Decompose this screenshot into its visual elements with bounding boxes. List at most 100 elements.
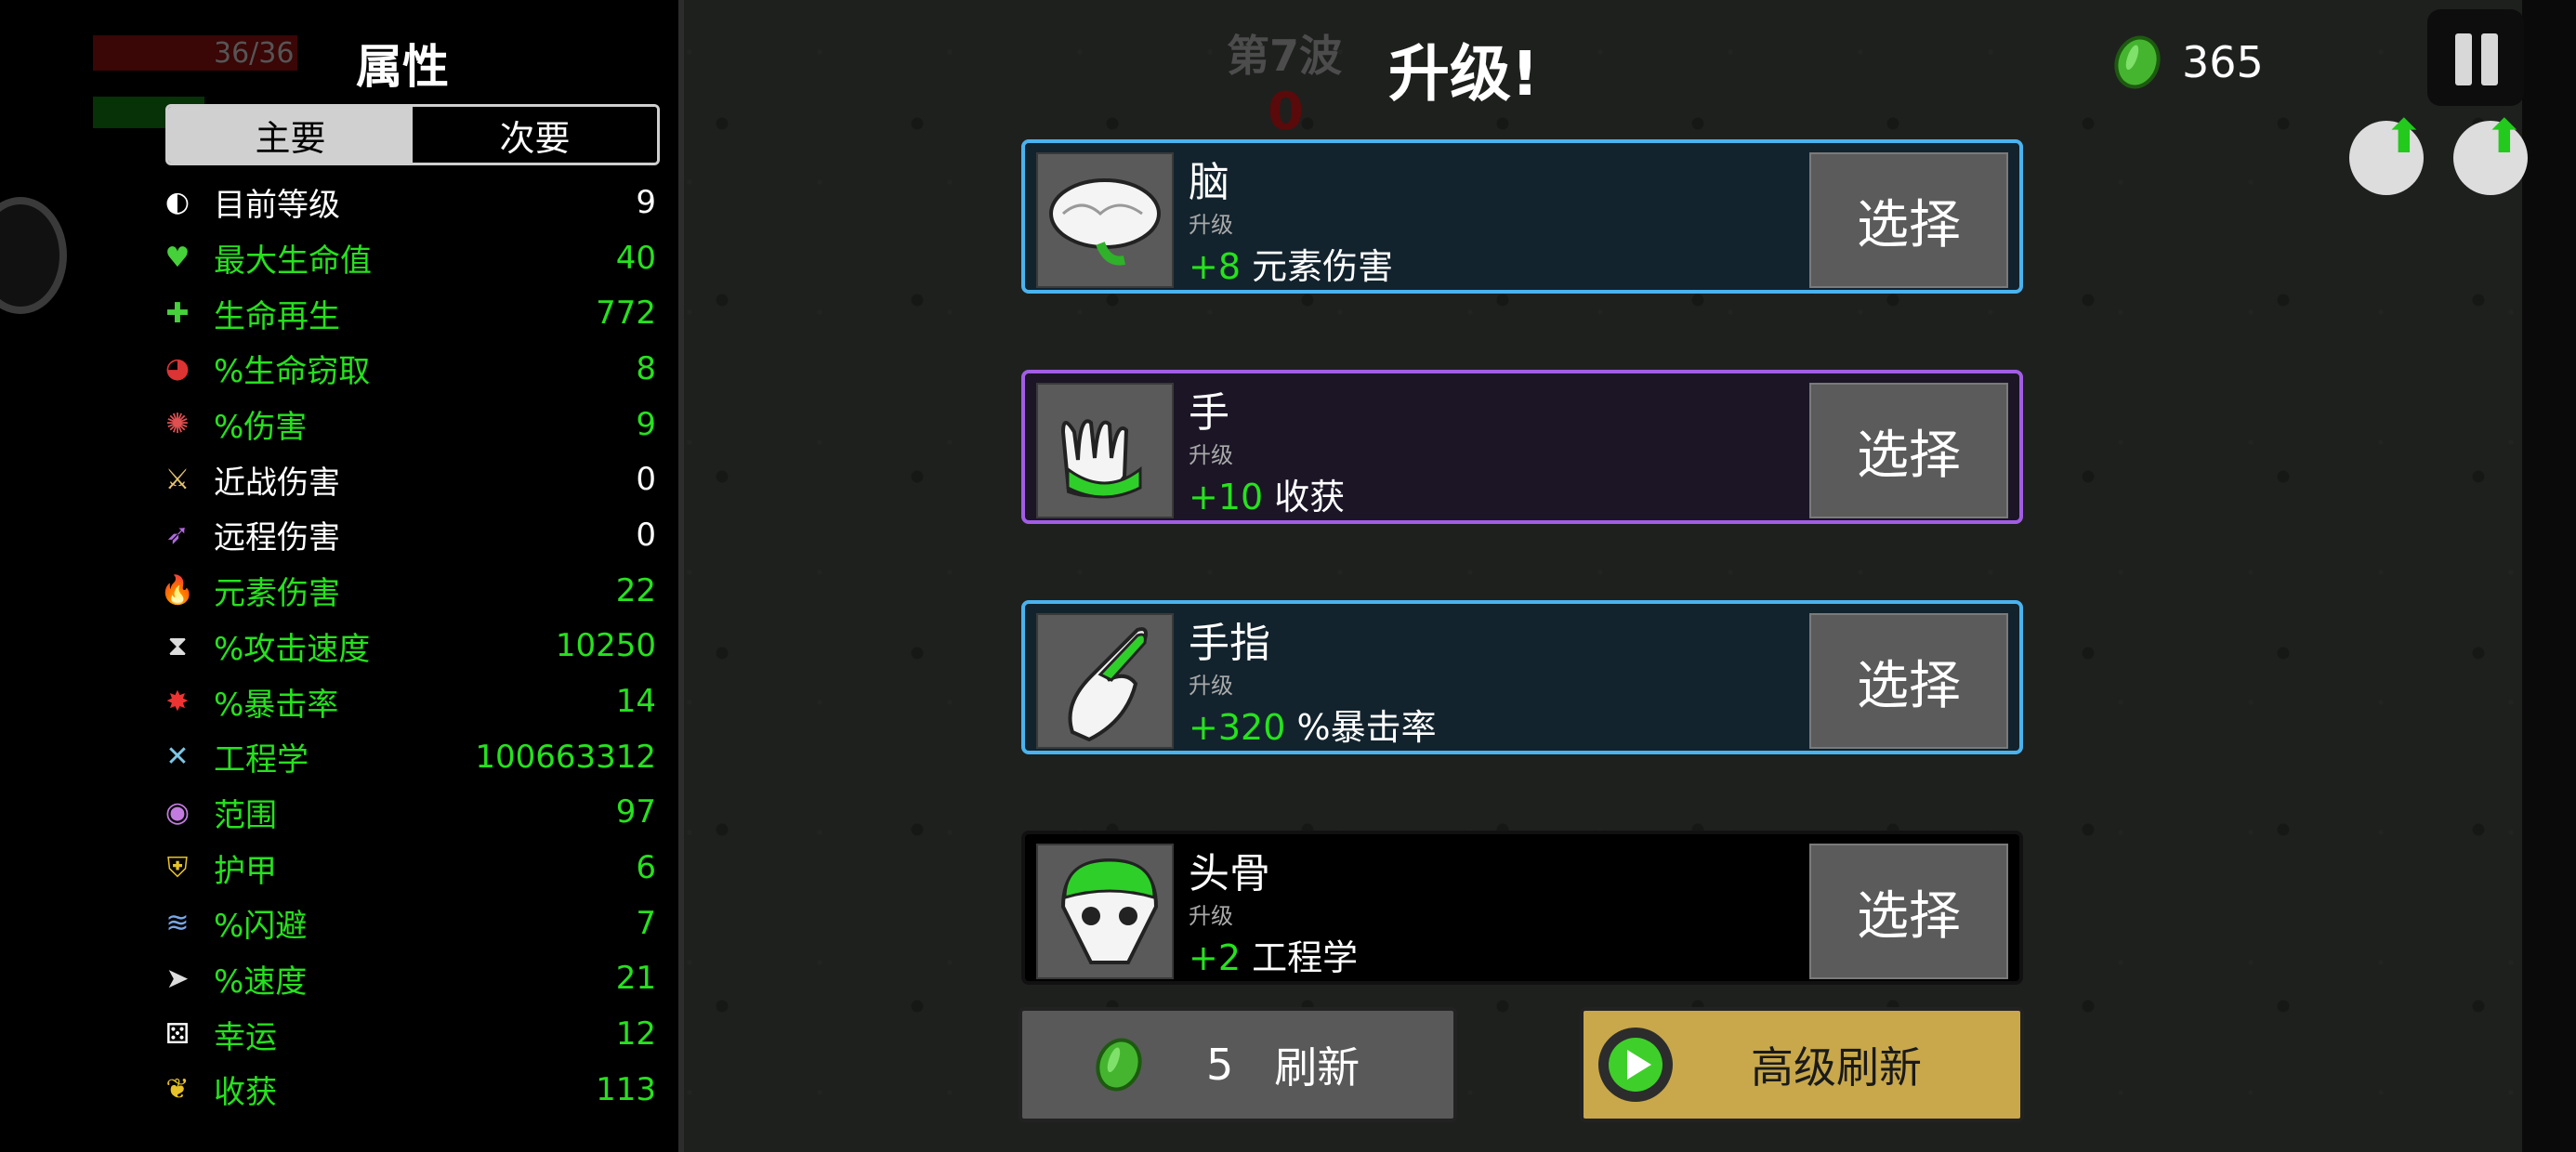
stat-name: 目前等级 xyxy=(214,187,340,225)
stat-row[interactable]: ➶ 远程伤害 0 xyxy=(158,507,656,563)
stat-row[interactable]: ✚ 生命再生 772 xyxy=(158,285,656,341)
virtual-joystick[interactable] xyxy=(0,197,67,314)
premium-reroll-label: 高级刷新 xyxy=(1751,1042,1922,1093)
upgrade-card: 脑升级 +8 元素伤害 选择 xyxy=(1021,139,2023,294)
upgrade-name: 头骨 xyxy=(1189,850,1270,897)
stat-value: 9 xyxy=(636,405,656,443)
finger-icon xyxy=(1036,613,1174,749)
stat-row[interactable]: ✺ %伤害 9 xyxy=(158,397,656,452)
stat-value: 113 xyxy=(596,1070,656,1108)
stat-name: 幸运 xyxy=(214,1018,277,1056)
level-up-arrow-icon: ⬆ xyxy=(2485,110,2524,164)
stat-value: 97 xyxy=(615,793,656,831)
stat-value: 21 xyxy=(615,960,656,998)
range-icon: ◉ xyxy=(164,795,191,829)
stat-value: 0 xyxy=(636,461,656,499)
stat-value: 8 xyxy=(636,349,656,387)
speed-icon: ➤ xyxy=(165,962,190,995)
stat-row[interactable]: ⚄ 幸运 12 xyxy=(158,1006,656,1062)
upgrade-card: 头骨 升级 +2 工程学 选择 xyxy=(1021,831,2023,985)
pause-button[interactable] xyxy=(2427,9,2524,106)
material-icon xyxy=(1088,1031,1150,1098)
upgrade-name: 手 xyxy=(1189,389,1229,437)
choose-button[interactable]: 选择 xyxy=(1809,613,2008,749)
stat-name: 元素伤害 xyxy=(214,575,340,613)
stat-row[interactable]: ✸ %暴击率 14 xyxy=(158,674,656,729)
stat-name: 工程学 xyxy=(214,741,309,779)
stat-row[interactable]: ≋ %闪避 7 xyxy=(158,896,656,951)
upgrade-card: 手指升级 +320 %暴击率 选择 xyxy=(1021,600,2023,754)
harvest-icon: ❦ xyxy=(165,1073,190,1106)
effect-stat: %暴击率 xyxy=(1296,707,1437,748)
upgrade-type: 升级 xyxy=(1189,212,1233,238)
wrench-icon: ✕ xyxy=(165,740,190,774)
stat-row[interactable]: ◉ 范围 97 xyxy=(158,785,656,841)
stat-row[interactable]: ◕ %生命窃取 8 xyxy=(158,341,656,397)
upgrade-name: 脑 xyxy=(1189,159,1229,206)
stat-name: 最大生命值 xyxy=(214,242,372,281)
stat-value: 10250 xyxy=(555,627,656,665)
upgrade-effect: +2 工程学 xyxy=(1189,929,1358,980)
choose-button[interactable]: 选择 xyxy=(1809,383,2008,518)
stat-value: 100663312 xyxy=(475,738,656,776)
stat-name: 生命再生 xyxy=(214,297,340,335)
effect-stat: 工程学 xyxy=(1252,937,1359,978)
stat-row[interactable]: ❦ 收获 113 xyxy=(158,1062,656,1118)
level-up-arrow-icon: ⬆ xyxy=(2385,110,2424,164)
stats-list: ◐ 目前等级 9 ♥ 最大生命值 40 ✚ 生命再生 772 ◕ %生命窃取 8 ✺ %伤害 9 ⚔ 近战伤害 0… xyxy=(158,175,656,1118)
stat-value: 772 xyxy=(596,295,656,333)
stats-tabs: 主要 次要 xyxy=(165,104,660,165)
pause-icon xyxy=(2455,33,2472,85)
lifesteal-icon: ◕ xyxy=(164,352,191,386)
skull-icon xyxy=(1036,844,1174,979)
stats-panel: 36/36 属性 主要 次要 ◐ 目前等级 9 ♥ 最大生命值 40 ✚ 生命再生 772 ◕ %生… xyxy=(0,0,682,1152)
stat-name: 远程伤害 xyxy=(214,519,340,557)
stat-row[interactable]: ⧗ %攻击速度 10250 xyxy=(158,619,656,674)
stat-row[interactable]: ◐ 目前等级 9 xyxy=(158,175,656,230)
wave-label: 第7波 xyxy=(1227,31,1343,81)
materials-count: 365 xyxy=(2182,37,2264,87)
effect-amount: +320 xyxy=(1189,707,1286,748)
tab-primary[interactable]: 主要 xyxy=(168,107,413,163)
upgrade-type: 升级 xyxy=(1189,442,1233,468)
upgrade-card: 手升级 +10 收获 选择 xyxy=(1021,370,2023,524)
upgrade-type: 升级 xyxy=(1189,903,1233,929)
stat-value: 40 xyxy=(615,239,656,277)
upgrade-effect: +8 元素伤害 xyxy=(1189,238,1393,289)
arena-edge xyxy=(2522,0,2576,1152)
stat-value: 14 xyxy=(615,683,656,721)
stat-name: %闪避 xyxy=(214,908,308,946)
melee-icon: ⚔ xyxy=(164,463,191,496)
materials-counter: 365 xyxy=(2107,29,2264,96)
material-icon xyxy=(2107,29,2168,96)
stat-value: 6 xyxy=(636,849,656,887)
stat-name: %速度 xyxy=(214,962,308,1001)
effect-amount: +8 xyxy=(1189,246,1242,287)
stat-value: 0 xyxy=(636,516,656,554)
stat-name: %伤害 xyxy=(214,409,308,447)
heart-icon: ♥ xyxy=(164,242,191,275)
tab-secondary[interactable]: 次要 xyxy=(413,107,657,163)
shield-icon: ⛨ xyxy=(166,851,189,884)
reroll-label: 刷新 xyxy=(1274,1042,1360,1093)
stat-row[interactable]: 🔥 元素伤害 22 xyxy=(158,563,656,619)
reroll-button[interactable]: 5 刷新 xyxy=(1019,1007,1457,1122)
premium-reroll-button[interactable]: 高级刷新 xyxy=(1580,1007,2024,1122)
stat-row[interactable]: ⚔ 近战伤害 0 xyxy=(158,452,656,507)
stat-value: 7 xyxy=(636,904,656,942)
upgrade-type: 升级 xyxy=(1189,673,1233,699)
stat-row[interactable]: ✕ 工程学 100663312 xyxy=(158,729,656,785)
stat-value: 9 xyxy=(636,183,656,221)
stat-row[interactable]: ♥ 最大生命值 40 xyxy=(158,230,656,286)
damage-icon: ✺ xyxy=(165,408,190,441)
effect-amount: +2 xyxy=(1189,937,1242,978)
stat-row[interactable]: ⛨ 护甲 6 xyxy=(158,840,656,896)
upgrade-name: 手指 xyxy=(1189,620,1270,667)
choose-button[interactable]: 选择 xyxy=(1809,844,2008,979)
stat-name: %攻击速度 xyxy=(214,630,371,668)
wave-timer: 0 xyxy=(1268,82,1304,142)
stat-row[interactable]: ➤ %速度 21 xyxy=(158,951,656,1007)
brain-icon xyxy=(1036,152,1174,288)
choose-button[interactable]: 选择 xyxy=(1809,152,2008,288)
effect-stat: 收获 xyxy=(1274,477,1346,517)
